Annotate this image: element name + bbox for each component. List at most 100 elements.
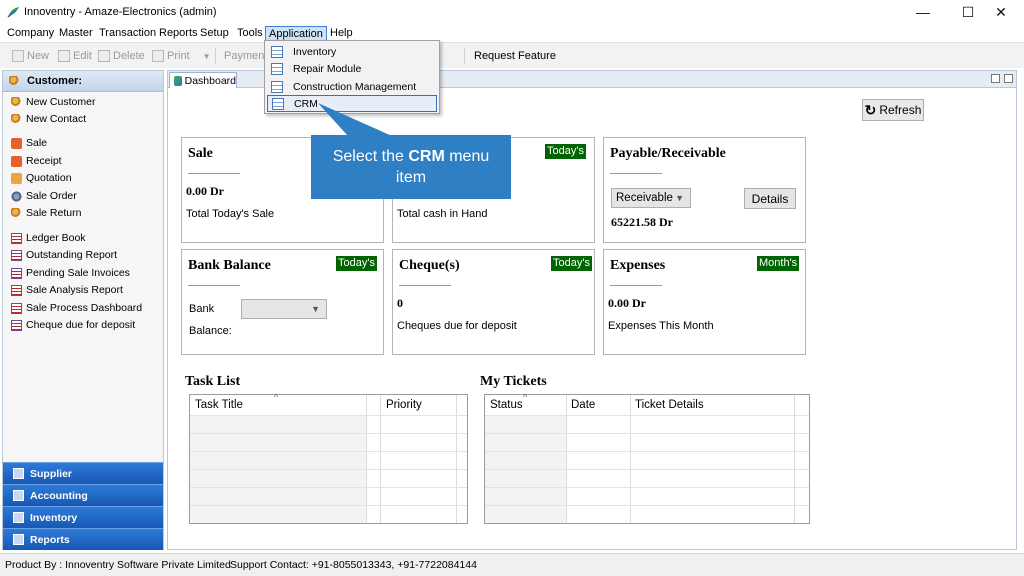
callout-line-1: Select the CRM menu (332, 148, 490, 165)
sidebar-section-reports[interactable]: Reports (3, 528, 163, 550)
task-list-grid[interactable]: Task Title ^ Priority (189, 392, 468, 524)
expenses-title: Expenses (610, 258, 666, 273)
details-button[interactable]: Details (744, 188, 796, 209)
column-status[interactable]: Status (490, 399, 523, 411)
payable-value: 65221.58 Dr (611, 215, 673, 229)
grid-row-line (485, 487, 809, 488)
cheque-value: 0 (397, 296, 403, 310)
ledger-icon (11, 267, 22, 279)
cheque-label: Cheques due for deposit (397, 320, 517, 332)
print-button[interactable]: Print ▼ (152, 49, 211, 63)
receivable-select[interactable]: Receivable ▼ (611, 188, 691, 208)
refresh-icon: ↻ (864, 101, 877, 118)
sort-up-icon: ^ (274, 392, 279, 402)
sidebar-item-sale[interactable]: Sale (11, 136, 47, 150)
sale-title: Sale (188, 146, 213, 161)
minimize-button[interactable]: — (900, 0, 946, 24)
sidebar-section-supplier[interactable]: Supplier (3, 462, 163, 484)
close-button[interactable]: ✕ (978, 0, 1024, 24)
request-feature-button[interactable]: Request Feature (474, 49, 556, 63)
sidebar-header: Customer: (3, 71, 163, 92)
delete-icon (98, 50, 110, 62)
gear-icon (11, 190, 22, 202)
menu-item-inventory[interactable]: Inventory (267, 43, 437, 60)
my-tickets-title: My Tickets (480, 374, 547, 389)
menu-bar: Company Master Transaction Reports Setup… (0, 24, 1024, 42)
grid-row-line (485, 415, 809, 416)
menu-item-repair-module[interactable]: Repair Module (267, 60, 437, 77)
grid-row-line (190, 451, 467, 452)
column-priority[interactable]: Priority (386, 399, 422, 411)
menu-application[interactable]: Application (265, 26, 327, 41)
card-divider (188, 285, 240, 286)
bank-badge: Today's (336, 256, 377, 271)
user-icon (11, 96, 22, 108)
sidebar-item-cheque-due-for-deposit[interactable]: Cheque due for deposit (11, 318, 135, 332)
delete-button[interactable]: Delete (98, 49, 145, 63)
sidebar-item-new-contact[interactable]: New Contact (11, 112, 86, 126)
app-logo-icon (7, 7, 19, 18)
menu-transaction[interactable]: Transaction (96, 26, 159, 41)
sidebar-item-outstanding-report[interactable]: Outstanding Report (11, 248, 117, 262)
payable-title: Payable/Receivable (610, 146, 726, 161)
expenses-value: 0.00 Dr (608, 296, 646, 310)
sidebar-section-accounting[interactable]: Accounting (3, 484, 163, 506)
status-support-contact: Support Contact: +91-8055013343, +91-772… (230, 559, 477, 571)
customer-icon (9, 76, 20, 87)
sidebar-item-sale-return[interactable]: Sale Return (11, 206, 81, 220)
grid-row-line (485, 505, 809, 506)
edit-button[interactable]: Edit (58, 49, 92, 63)
menu-setup[interactable]: Setup (197, 26, 232, 41)
print-dropdown-icon[interactable]: ▼ (203, 52, 211, 61)
toolbar-separator (215, 48, 216, 64)
card-divider (610, 285, 662, 286)
grid-row-line (190, 415, 467, 416)
application-dropdown-menu: Inventory Repair Module Construction Man… (264, 40, 440, 114)
sidebar-section-inventory[interactable]: Inventory (3, 506, 163, 528)
bank-select[interactable]: ▼ (241, 299, 327, 319)
toolbar-separator (464, 48, 465, 64)
sidebar-item-ledger-book[interactable]: Ledger Book (11, 231, 86, 245)
main-panel: Dashboard ↻ Refresh Sale 0.00 Dr Total T… (167, 70, 1017, 550)
module-icon (271, 45, 283, 58)
expenses-card: Expenses Month's 0.00 Dr Expenses This M… (603, 249, 806, 355)
payment-button[interactable]: Payment (224, 49, 267, 63)
sidebar-item-sale-order[interactable]: Sale Order (11, 189, 77, 203)
new-button[interactable]: New (12, 49, 49, 63)
refresh-button[interactable]: ↻ Refresh (862, 99, 924, 121)
tab-dashboard[interactable]: Dashboard (169, 72, 237, 88)
sidebar-item-sale-process-dashboard[interactable]: Sale Process Dashboard (11, 301, 142, 315)
sidebar-header-label: Customer: (27, 75, 83, 87)
expenses-badge: Month's (757, 256, 800, 271)
menu-item-construction-management[interactable]: Construction Management (267, 78, 437, 95)
grid-row-line (190, 469, 467, 470)
menu-company[interactable]: Company (4, 26, 57, 41)
sidebar-item-quotation[interactable]: Quotation (11, 171, 72, 185)
ledger-icon (11, 232, 22, 244)
sidebar-item-pending-sale-invoices[interactable]: Pending Sale Invoices (11, 266, 130, 280)
sale-icon (11, 137, 22, 149)
sidebar-item-sale-analysis-report[interactable]: Sale Analysis Report (11, 283, 123, 297)
cheque-title: Cheque(s) (399, 258, 460, 273)
bank-balance-card: Bank Balance Today's Bank ▼ Balance: (181, 249, 384, 355)
sidebar-item-receipt[interactable]: Receipt (11, 154, 62, 168)
bank-label: Bank (189, 303, 215, 315)
maximize-panel-icon[interactable] (1004, 74, 1013, 83)
restore-panel-icon[interactable] (991, 74, 1000, 83)
menu-help[interactable]: Help (327, 26, 356, 41)
edit-icon (58, 50, 70, 62)
window-title: Innoventry - Amaze-Electronics (admin) (24, 6, 217, 18)
my-tickets-grid[interactable]: Status ^ Date Ticket Details (484, 392, 810, 524)
sidebar-item-new-customer[interactable]: New Customer (11, 95, 95, 109)
menu-reports[interactable]: Reports (156, 26, 201, 41)
menu-tools[interactable]: Tools (234, 26, 266, 41)
column-date[interactable]: Date (571, 399, 595, 411)
receipt-icon (11, 155, 22, 167)
menu-item-crm[interactable]: CRM (267, 95, 437, 112)
printer-icon (152, 50, 164, 62)
column-task-title[interactable]: Task Title (195, 399, 243, 411)
user-icon (11, 207, 22, 219)
new-document-icon (12, 50, 24, 62)
column-ticket-details[interactable]: Ticket Details (635, 399, 704, 411)
menu-master[interactable]: Master (56, 26, 96, 41)
